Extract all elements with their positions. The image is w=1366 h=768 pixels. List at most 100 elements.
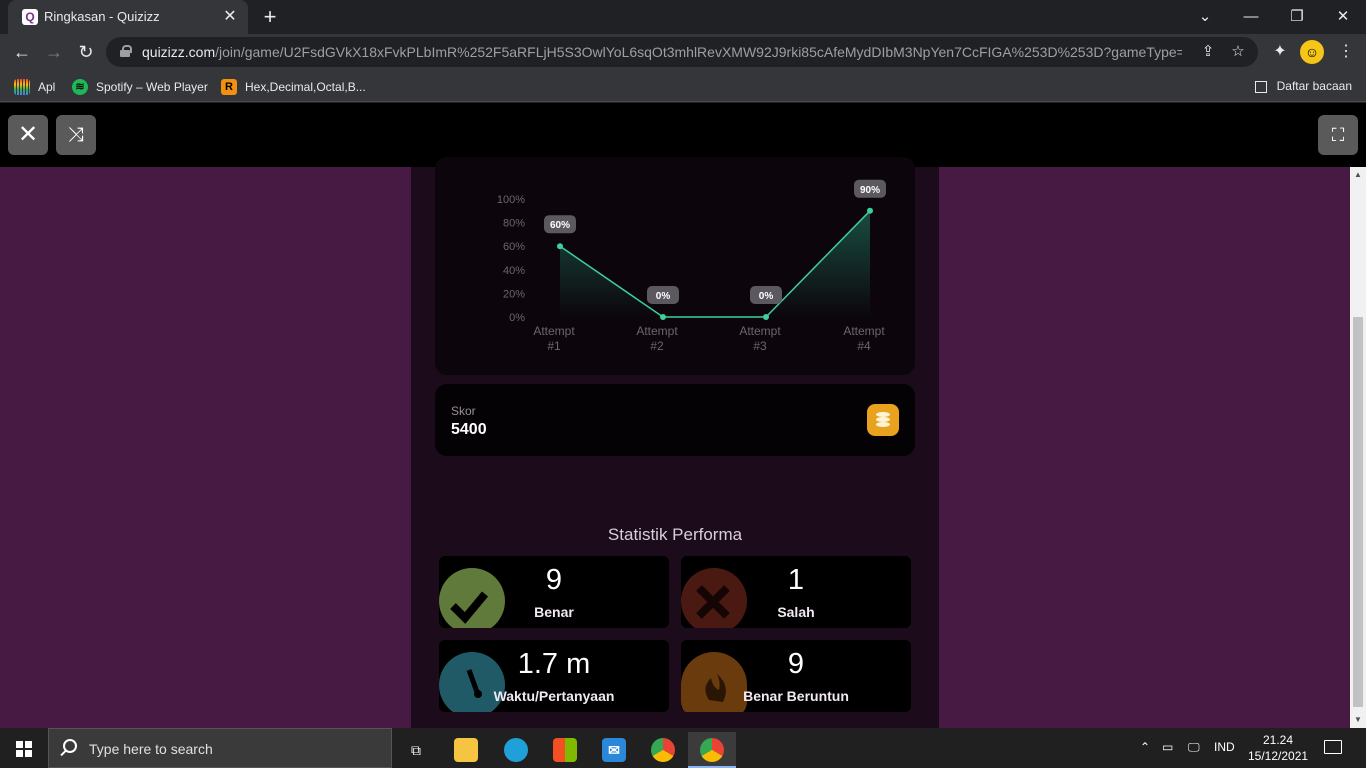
score-label: Skor: [451, 404, 476, 418]
stat-incorrect-value: 1: [787, 564, 805, 596]
reload-icon[interactable]: ↻: [74, 40, 98, 64]
search-icon: [63, 739, 77, 753]
accuracy-line-chart: 100%80%60%40%20%0%60%Attempt#10%Attempt#…: [497, 179, 886, 353]
browser-menu-icon[interactable]: ⋮: [1334, 40, 1358, 64]
x-tick-label: #2: [650, 339, 664, 353]
stat-streak-label: Benar Beruntun: [743, 688, 849, 704]
start-button[interactable]: [0, 728, 48, 768]
shuffle-off-icon[interactable]: ⤨: [56, 115, 96, 155]
network-icon[interactable]: 🖵: [1188, 740, 1200, 755]
url-text[interactable]: quizizz.com/join/game/U2FsdGVkX18xFvkPLb…: [142, 44, 1182, 60]
x-tick-label: #1: [547, 339, 561, 353]
summary-column: 100% 80% 60% 40% 20% 0% 60% Attempt #1 0% Attempt #…: [411, 157, 939, 728]
edge-button[interactable]: [492, 732, 540, 768]
x-tick-label: Attempt: [636, 324, 678, 338]
stat-correct-label: Benar: [534, 604, 574, 620]
close-game-icon[interactable]: ✕: [8, 115, 48, 155]
stat-time-card: 1.7 m Waktu/Pertanyaan: [439, 640, 669, 712]
x-tick-label: #4: [857, 339, 871, 353]
tab-search-icon[interactable]: ⌄: [1182, 4, 1228, 30]
profile-avatar[interactable]: ☺: [1300, 40, 1324, 64]
stat-incorrect-label: Salah: [777, 604, 815, 620]
accuracy-chart-card: 100% 80% 60% 40% 20% 0% 60% Attempt #1 0% Attempt #…: [435, 157, 915, 375]
battery-icon[interactable]: ▭: [1162, 740, 1173, 754]
r-icon: R: [221, 78, 237, 95]
stat-time-value: 1.7 m: [517, 648, 591, 680]
stat-time-label: Waktu/Pertanyaan: [493, 688, 615, 704]
series-area: [560, 210, 870, 317]
page-scrollbar[interactable]: ▲ ▼: [1350, 167, 1366, 728]
reading-list-button[interactable]: Daftar bacaan: [1254, 76, 1352, 96]
share-icon[interactable]: ⇪: [1198, 42, 1218, 62]
task-view-button[interactable]: ⧉: [392, 732, 440, 768]
x-tick-label: Attempt: [533, 324, 575, 338]
clock[interactable]: 21.24 15/12/2021: [1248, 732, 1308, 764]
x-tick-label: Attempt: [843, 324, 885, 338]
browser-tab[interactable]: Q Ringkasan - Quizizz ✕: [8, 0, 248, 34]
y-tick-label: 40%: [503, 265, 525, 277]
task-view-icon: ⧉: [411, 742, 421, 758]
chrome-profile-button[interactable]: [688, 732, 736, 768]
windows-taskbar: Type here to search ⧉ ✉ ⌃ ▭ 🖵 IND 21.24 …: [0, 728, 1366, 768]
data-label: 90%: [860, 185, 880, 196]
data-point: [763, 314, 769, 320]
address-bar[interactable]: quizizz.com/join/game/U2FsdGVkX18xFvkPLb…: [106, 37, 1258, 67]
fullscreen-icon[interactable]: ⛶: [1318, 115, 1358, 155]
bookmarks-bar: Apl ≋ Spotify – Web Player R Hex,Decimal,O…: [0, 70, 1366, 102]
store-icon: [553, 738, 577, 762]
browser-toolbar: ← → ↻ quizizz.com/join/game/U2FsdGVkX18x…: [0, 34, 1366, 70]
data-point: [557, 243, 563, 250]
windows-logo-icon: [16, 741, 32, 757]
back-icon[interactable]: ←: [10, 40, 34, 64]
quizizz-page: ✕ ⤨ ⛶ 100% 80% 60% 40% 20% 0% 60% Attempt #1 0% At…: [0, 103, 1366, 728]
store-button[interactable]: [541, 732, 589, 768]
y-tick-label: 80%: [503, 218, 525, 230]
chrome-icon: [651, 738, 675, 762]
extensions-puzzle-icon[interactable]: ✦: [1268, 40, 1292, 64]
tray-chevron-icon[interactable]: ⌃: [1140, 740, 1150, 754]
score-value: 5400: [451, 421, 487, 438]
bookmark-apps[interactable]: Apl: [14, 76, 55, 96]
reading-list-icon: [1254, 80, 1267, 93]
scroll-down-icon[interactable]: ▼: [1350, 712, 1366, 728]
stat-streak-card: 9 Benar Beruntun: [681, 640, 911, 712]
mail-button[interactable]: ✉: [590, 732, 638, 768]
chrome-button[interactable]: [639, 732, 687, 768]
y-tick-label: 100%: [497, 194, 525, 206]
tab-title: Ringkasan - Quizizz: [44, 9, 160, 24]
x-tick-label: #3: [753, 339, 767, 353]
taskbar-search-placeholder: Type here to search: [89, 741, 213, 757]
scrollbar-thumb[interactable]: [1353, 317, 1363, 707]
data-label: 0%: [656, 291, 671, 302]
browser-tabstrip: Q Ringkasan - Quizizz ✕ + ⌄ — ❐ ✕: [0, 0, 1366, 34]
y-tick-label: 60%: [503, 241, 525, 253]
x-tick-label: Attempt: [739, 324, 781, 338]
lock-icon[interactable]: [120, 45, 132, 57]
data-label: 0%: [759, 291, 774, 302]
data-point: [660, 314, 666, 320]
taskbar-search[interactable]: Type here to search: [48, 728, 392, 768]
language-indicator[interactable]: IND: [1214, 740, 1235, 754]
stat-correct-value: 9: [545, 564, 563, 596]
stats-title: Statistik Performa: [607, 525, 743, 544]
clock-date: 15/12/2021: [1248, 749, 1309, 763]
bookmark-star-icon[interactable]: ☆: [1228, 42, 1248, 62]
scroll-up-icon[interactable]: ▲: [1350, 167, 1366, 183]
bookmark-hex-converter[interactable]: R Hex,Decimal,Octal,B...: [221, 76, 366, 96]
folder-icon: [454, 738, 478, 762]
new-tab-button[interactable]: +: [258, 5, 282, 29]
stat-correct-card: 9 Benar: [439, 556, 669, 628]
restore-button[interactable]: ❐: [1274, 4, 1320, 30]
notifications-icon[interactable]: [1324, 740, 1342, 754]
window-close-button[interactable]: ✕: [1320, 4, 1366, 30]
y-tick-label: 0%: [509, 312, 525, 324]
spotify-icon: ≋: [72, 78, 88, 95]
chrome-profile-icon: [700, 738, 724, 762]
minimize-button[interactable]: —: [1228, 4, 1274, 30]
data-point: [867, 207, 873, 214]
file-explorer-button[interactable]: [442, 732, 490, 768]
tab-close-icon[interactable]: ✕: [220, 7, 240, 27]
forward-icon[interactable]: →: [42, 40, 66, 64]
y-tick-label: 20%: [503, 288, 525, 300]
bookmark-spotify[interactable]: ≋ Spotify – Web Player: [72, 76, 208, 96]
